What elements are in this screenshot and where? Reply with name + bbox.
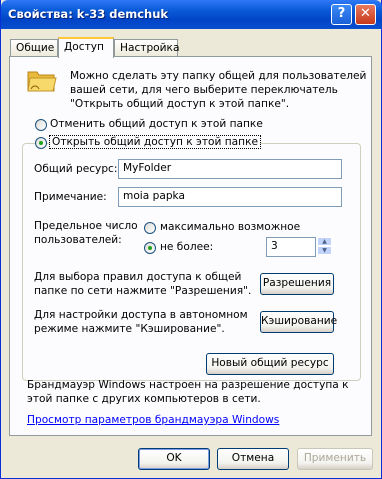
disable-sharing-label[interactable]: Отменить общий доступ к этой папке <box>50 118 263 130</box>
caching-hint: Для настройки доступа в автономном режим… <box>34 308 248 336</box>
sharing-panel: Можно сделать эту папку общей для пользо… <box>9 56 372 436</box>
firewall-settings-link[interactable]: Просмотр параметров брандмауэра Windows <box>27 414 279 426</box>
max-users-radio[interactable] <box>144 222 156 234</box>
comment-label: Примечание: <box>34 191 107 203</box>
user-limit-line: пользователей: <box>34 234 122 246</box>
ok-button[interactable]: OK <box>138 448 210 470</box>
max-users-label[interactable]: максимально возможное <box>160 221 300 233</box>
limit-users-label[interactable]: не более: <box>160 241 213 253</box>
close-button[interactable]: ✕ <box>355 4 376 25</box>
share-name-label: Общий ресурс: <box>34 163 118 175</box>
enable-sharing-label[interactable]: Открыть общий доступ к этой папке <box>48 135 262 149</box>
window-title: Свойства: k-33 demchuk <box>8 7 169 21</box>
firewall-info: Брандмауэр Windows настроен на разрешени… <box>27 378 349 406</box>
disable-sharing-radio[interactable] <box>35 119 47 131</box>
intro-line: вашей сети, для чего выберите переключат… <box>70 84 338 96</box>
permissions-hint-line: папке по сети нажмите "Разрешения". <box>34 285 252 297</box>
user-limit-spinner[interactable]: ▲ ▼ <box>317 237 333 257</box>
caching-hint-line: Для настройки доступа в автономном <box>34 309 248 321</box>
tab-sharing[interactable]: Доступ <box>58 37 114 58</box>
tab-customize[interactable]: Настройка <box>114 39 179 57</box>
apply-button[interactable]: Применить <box>297 448 373 470</box>
user-limit-field[interactable]: 3 <box>266 237 316 257</box>
intro-line: "Открыть общий доступ к этой папке". <box>70 98 290 110</box>
permissions-button[interactable]: Разрешения <box>260 273 334 295</box>
limit-users-radio[interactable] <box>144 242 156 254</box>
user-limit-label: Предельное число пользователей: <box>34 219 138 247</box>
spin-up-icon[interactable]: ▲ <box>317 237 332 246</box>
properties-dialog: Свойства: k-33 demchuk ? ✕ Общие Доступ … <box>0 0 382 479</box>
cancel-button[interactable]: Отмена <box>217 448 289 470</box>
share-name-field[interactable]: MyFolder <box>118 159 342 179</box>
title-bar[interactable]: Свойства: k-33 demchuk ? ✕ <box>1 0 382 29</box>
caching-button[interactable]: Кэширование <box>260 311 337 333</box>
sharing-intro: Можно сделать эту папку общей для пользо… <box>70 69 366 111</box>
intro-line: Можно сделать эту папку общей для пользо… <box>70 70 367 82</box>
permissions-hint: Для выбора правил доступа к общей папке … <box>34 270 251 298</box>
enable-sharing-radio[interactable] <box>35 137 47 149</box>
shared-folder-icon <box>27 71 57 92</box>
tab-general[interactable]: Общие <box>10 39 58 57</box>
permissions-hint-line: Для выбора правил доступа к общей <box>34 271 242 283</box>
firewall-info-line: этой папке с других компьютеров в сети. <box>27 393 261 405</box>
new-share-button[interactable]: Новый общий ресурс <box>206 353 334 375</box>
spin-down-icon[interactable]: ▼ <box>317 246 332 255</box>
firewall-info-line: Брандмауэр Windows настроен на разрешени… <box>27 379 349 391</box>
caching-hint-line: режиме нажмите "Кэширование". <box>34 323 225 335</box>
help-button[interactable]: ? <box>331 4 352 25</box>
user-limit-line: Предельное число <box>34 220 138 232</box>
comment-field[interactable]: moia papka <box>118 187 342 207</box>
